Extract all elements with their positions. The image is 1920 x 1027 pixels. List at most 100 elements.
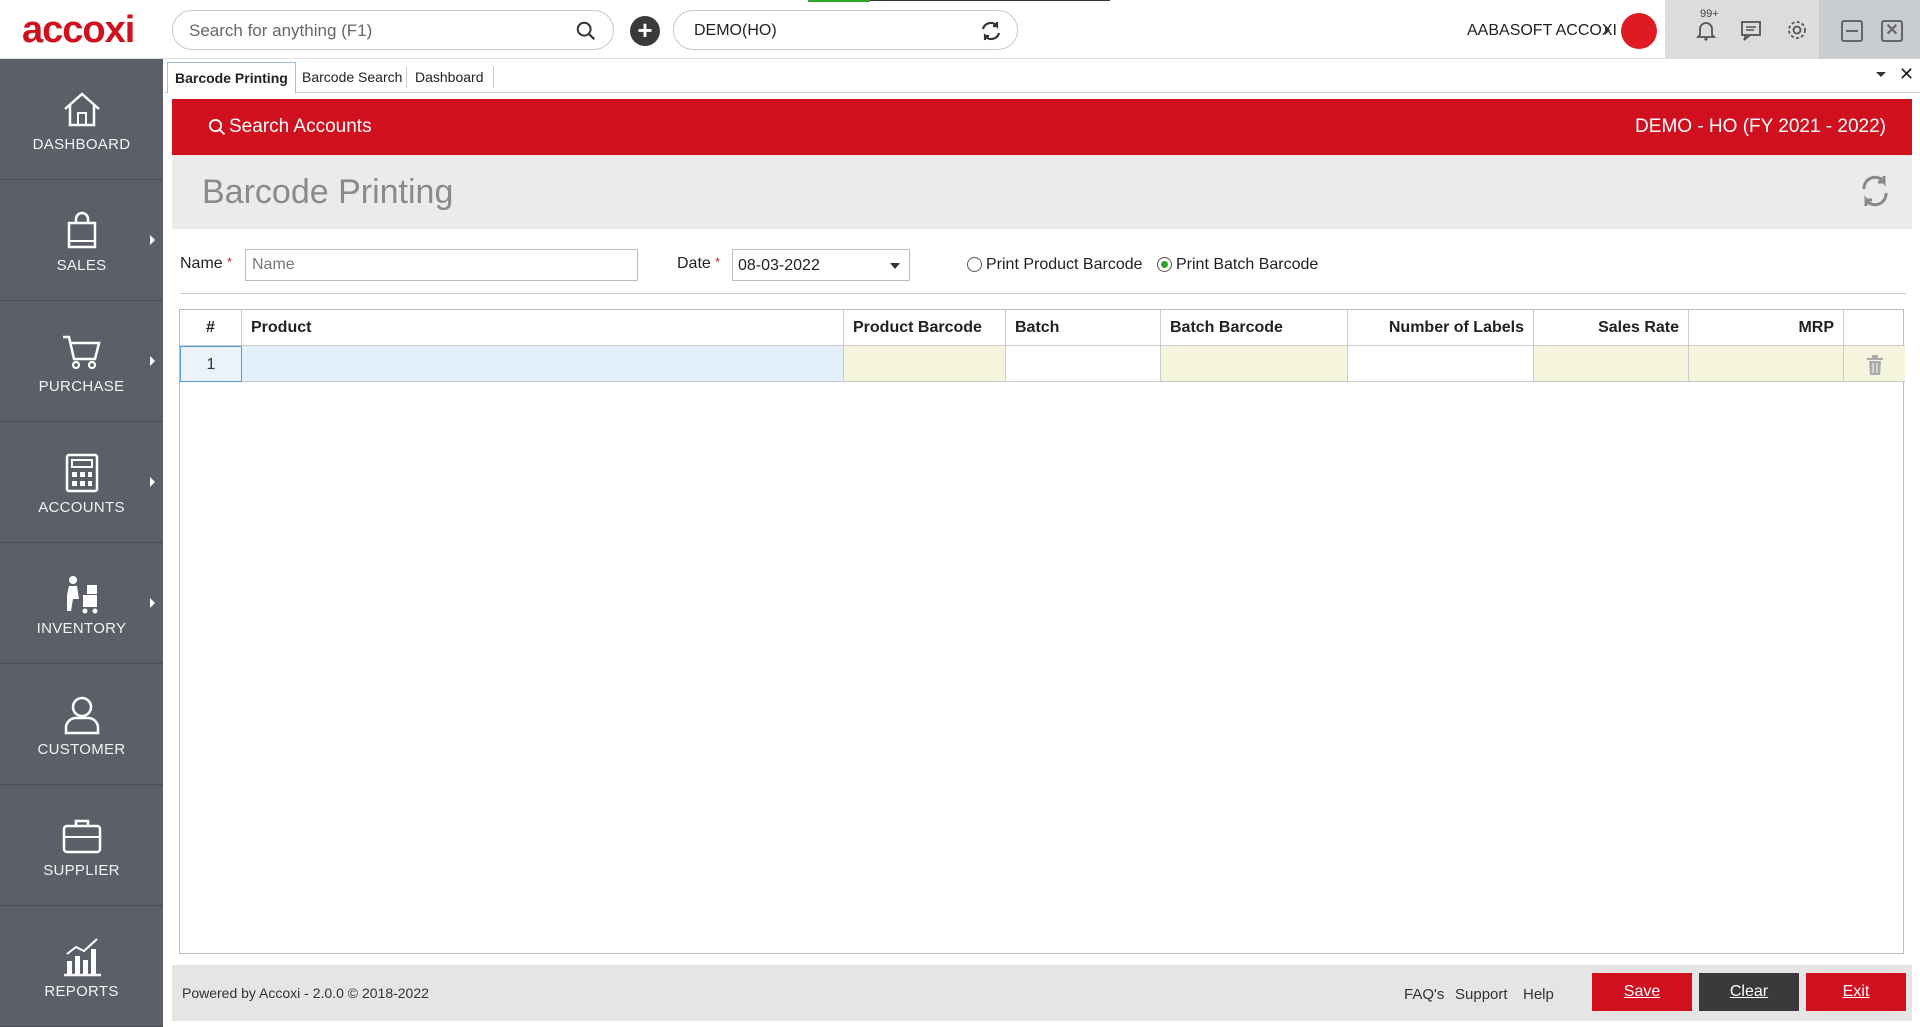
loading-indicator xyxy=(808,0,870,2)
search-icon[interactable] xyxy=(575,20,597,42)
global-search[interactable] xyxy=(172,10,614,50)
switch-branch-icon[interactable] xyxy=(979,19,1003,43)
gear-icon[interactable] xyxy=(1785,18,1809,42)
sidebar-item-inventory[interactable]: INVENTORY xyxy=(0,543,163,664)
clear-button[interactable]: Clear xyxy=(1699,973,1799,1011)
footer: Powered by Accoxi - 2.0.0 © 2018-2022 FA… xyxy=(172,965,1912,1021)
app-logo[interactable]: accoxi xyxy=(22,10,135,50)
column-header-actions xyxy=(1844,310,1905,346)
sidebar-item-label: CUSTOMER xyxy=(37,741,126,758)
column-header-number-of-labels: Number of Labels xyxy=(1348,310,1534,346)
sidebar-item-dashboard[interactable]: DASHBOARD xyxy=(0,59,163,180)
sidebar-item-customer[interactable]: CUSTOMER xyxy=(0,664,163,785)
name-label: Name * xyxy=(180,255,232,272)
column-header-sales-rate: Sales Rate xyxy=(1534,310,1689,346)
name-field[interactable] xyxy=(245,249,638,281)
tab-barcode-search[interactable]: Barcode Search xyxy=(295,62,409,93)
print-batch-barcode-label[interactable]: Print Batch Barcode xyxy=(1176,256,1318,274)
briefcase-icon xyxy=(62,819,102,854)
sidebar-item-supplier[interactable]: SUPPLIER xyxy=(0,785,163,906)
refresh-icon[interactable] xyxy=(1856,172,1894,210)
expand-arrow-icon xyxy=(150,356,155,366)
number-of-labels-cell[interactable] xyxy=(1348,346,1534,382)
faq-link[interactable]: FAQ's xyxy=(1404,986,1444,1003)
date-dropdown-icon[interactable] xyxy=(890,263,900,269)
batch-barcode-cell[interactable] xyxy=(1161,346,1348,382)
trash-icon[interactable] xyxy=(1866,355,1884,375)
branch-selector[interactable]: DEMO(HO) xyxy=(673,10,1018,50)
user-icon xyxy=(64,696,100,735)
mrp-cell[interactable] xyxy=(1689,346,1844,382)
expand-arrow-icon xyxy=(150,477,155,487)
tab-dashboard[interactable]: Dashboard xyxy=(408,62,491,93)
avatar[interactable] xyxy=(1621,13,1657,49)
date-value: 08-03-2022 xyxy=(738,257,820,274)
search-accounts-icon[interactable] xyxy=(208,118,226,136)
sidebar-item-label: ACCOUNTS xyxy=(38,499,125,516)
batch-cell[interactable] xyxy=(1006,346,1161,382)
page-title: Barcode Printing xyxy=(202,173,454,211)
search-accounts-link[interactable]: Search Accounts xyxy=(229,116,372,138)
tab-list-dropdown-icon[interactable] xyxy=(1876,72,1886,77)
sidebar-item-label: PURCHASE xyxy=(38,378,125,395)
loading-track xyxy=(870,0,1110,1)
toolbar-icons xyxy=(1665,0,1819,59)
sidebar-item-label: SALES xyxy=(56,257,107,274)
inventory-icon xyxy=(67,576,98,614)
message-icon[interactable] xyxy=(1740,18,1764,42)
expand-arrow-icon xyxy=(150,235,155,245)
sidebar: DASHBOARD SALES PURCHASE ACCOUNTS INVENT… xyxy=(0,59,163,1027)
sidebar-item-label: INVENTORY xyxy=(36,620,127,637)
calculator-icon xyxy=(65,453,99,493)
page-header-bar: Search Accounts DEMO - HO (FY 2021 - 202… xyxy=(172,99,1912,155)
close-tab-icon[interactable]: ✕ xyxy=(1899,64,1914,85)
sidebar-item-reports[interactable]: REPORTS xyxy=(0,906,163,1027)
bell-icon[interactable] xyxy=(1694,18,1718,42)
column-header-product: Product xyxy=(242,310,844,346)
row-actions-cell xyxy=(1844,346,1905,382)
sidebar-item-label: DASHBOARD xyxy=(32,136,131,153)
tab-bar: Barcode Printing Barcode Search Dashboar… xyxy=(165,60,1920,93)
print-product-barcode-label[interactable]: Print Product Barcode xyxy=(986,256,1143,274)
company-label: DEMO - HO (FY 2021 - 2022) xyxy=(1635,116,1886,137)
column-header-mrp: MRP xyxy=(1689,310,1844,346)
global-search-input[interactable] xyxy=(189,19,569,43)
sales-rate-cell[interactable] xyxy=(1534,346,1689,382)
row-number: 1 xyxy=(180,346,242,382)
tab-separator xyxy=(406,66,407,88)
powered-by-text: Powered by Accoxi - 2.0.0 © 2018-2022 xyxy=(182,985,429,1001)
column-header-batch-barcode: Batch Barcode xyxy=(1161,310,1348,346)
date-field[interactable]: 08-03-2022 xyxy=(732,249,910,281)
title-bar: Barcode Printing xyxy=(172,155,1912,229)
close-window-icon[interactable]: ✕ xyxy=(1881,20,1903,42)
column-header-number: # xyxy=(180,310,242,346)
minimize-icon[interactable] xyxy=(1841,20,1863,42)
print-product-barcode-radio[interactable] xyxy=(967,257,982,272)
shopping-bag-icon xyxy=(67,211,97,249)
sidebar-item-sales[interactable]: SALES xyxy=(0,180,163,301)
save-button[interactable]: Save xyxy=(1592,973,1692,1011)
notification-badge: 99+ xyxy=(1700,8,1719,20)
tab-separator xyxy=(493,66,494,88)
user-name[interactable]: AABASOFT ACCOXI xyxy=(1467,22,1617,40)
product-cell[interactable] xyxy=(242,346,844,382)
user-menu-caret-icon[interactable] xyxy=(1605,25,1610,35)
add-button[interactable]: + xyxy=(630,16,660,46)
tab-barcode-printing[interactable]: Barcode Printing xyxy=(167,62,296,93)
branch-label: DEMO(HO) xyxy=(694,22,777,39)
column-header-batch: Batch xyxy=(1006,310,1161,346)
chart-icon xyxy=(64,938,101,977)
column-header-product-barcode: Product Barcode xyxy=(844,310,1006,346)
form-divider xyxy=(180,293,1906,294)
expand-arrow-icon xyxy=(150,598,155,608)
support-link[interactable]: Support xyxy=(1455,986,1508,1003)
help-link[interactable]: Help xyxy=(1523,986,1554,1003)
product-barcode-cell[interactable] xyxy=(844,346,1006,382)
sidebar-item-label: SUPPLIER xyxy=(43,862,120,879)
top-bar: accoxi + DEMO(HO) AABASOFT ACCOXI 99+ ✕ xyxy=(0,0,1920,59)
barcode-grid: # Product Product Barcode Batch Batch Ba… xyxy=(179,309,1905,954)
print-batch-barcode-radio[interactable] xyxy=(1157,257,1172,272)
sidebar-item-purchase[interactable]: PURCHASE xyxy=(0,301,163,422)
exit-button[interactable]: Exit xyxy=(1806,973,1906,1011)
sidebar-item-accounts[interactable]: ACCOUNTS xyxy=(0,422,163,543)
